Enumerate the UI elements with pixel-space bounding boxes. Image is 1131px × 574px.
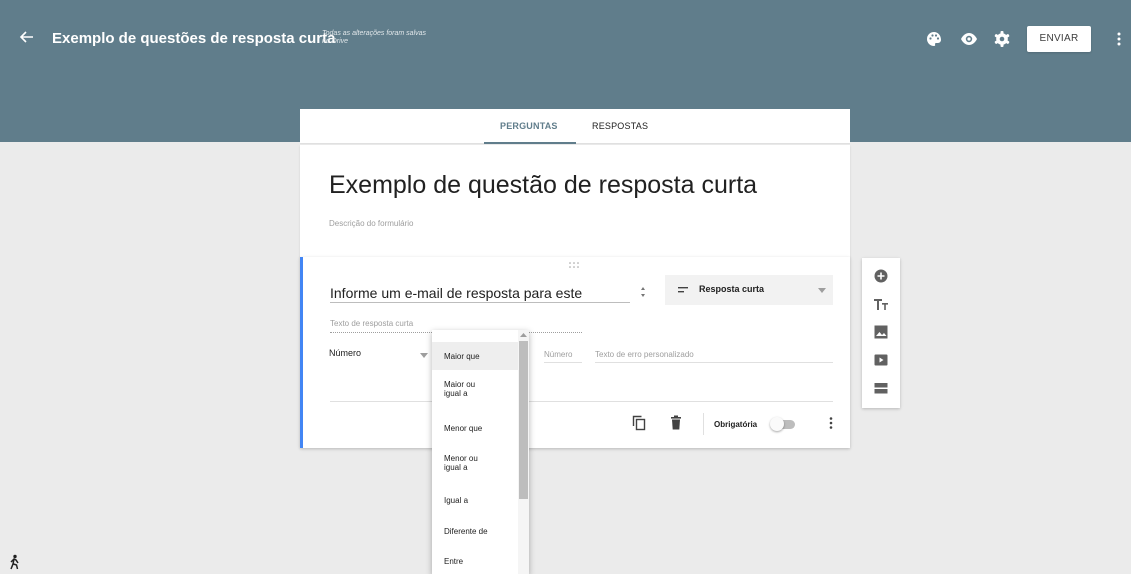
- send-button[interactable]: ENVIAR: [1027, 26, 1091, 52]
- required-label: Obrigatória: [714, 420, 758, 429]
- validation-type-label: Número: [329, 348, 362, 358]
- comparison-dropdown[interactable]: Maior que Maior ou igual a Menor que Men…: [432, 330, 529, 574]
- add-circle-icon[interactable]: [873, 268, 889, 284]
- validation-type-select[interactable]: Número: [329, 345, 429, 363]
- form-header-card: Exemplo de questão de resposta curta Des…: [300, 145, 850, 258]
- dropdown-option-igual-a[interactable]: Igual a: [432, 496, 518, 505]
- save-status: Todas as alterações foram salvas no Driv…: [322, 30, 427, 45]
- chevron-down-icon: [818, 288, 826, 293]
- scroll-up-icon[interactable]: [520, 332, 527, 337]
- form-title[interactable]: Exemplo de questão de resposta curta: [329, 171, 757, 200]
- dropdown-option-maior-ou-igual[interactable]: Maior ou igual a: [432, 380, 492, 398]
- custom-error-input[interactable]: Texto de erro personalizado: [595, 350, 833, 363]
- arrow-left-icon: [19, 31, 33, 43]
- gear-icon[interactable]: [993, 30, 1011, 48]
- short-text-icon: [678, 287, 688, 293]
- toggle-knob: [770, 417, 784, 431]
- card-divider: [330, 401, 833, 402]
- scrollbar-thumb[interactable]: [519, 341, 528, 499]
- active-card-accent: [300, 257, 303, 448]
- question-type-label: Resposta curta: [699, 284, 765, 294]
- drag-handle-icon[interactable]: [565, 261, 583, 269]
- section-icon[interactable]: [873, 380, 889, 396]
- palette-icon[interactable]: [925, 30, 943, 48]
- dropdown-option-menor-ou-igual[interactable]: Menor ou igual a: [432, 454, 492, 472]
- tab-respostas[interactable]: RESPOSTAS: [592, 121, 648, 131]
- form-container: PERGUNTAS RESPOSTAS Exemplo de questão d…: [300, 109, 850, 448]
- accessibility-person-icon[interactable]: [7, 554, 21, 570]
- tab-perguntas[interactable]: PERGUNTAS: [500, 121, 558, 131]
- more-vert-icon[interactable]: [826, 415, 836, 431]
- image-icon[interactable]: [873, 324, 889, 340]
- dropdown-option-entre[interactable]: Entre: [432, 557, 518, 566]
- question-title-input[interactable]: Informe um e-mail de resposta para este: [330, 285, 630, 303]
- video-icon[interactable]: [873, 352, 889, 368]
- trash-icon[interactable]: [669, 415, 683, 431]
- document-title[interactable]: Exemplo de questões de resposta curta: [52, 30, 335, 47]
- side-toolbar: [862, 258, 900, 408]
- eye-icon[interactable]: [960, 30, 978, 48]
- dropdown-option-diferente-de[interactable]: Diferente de: [432, 527, 518, 536]
- question-card[interactable]: Informe um e-mail de resposta para este …: [300, 257, 850, 448]
- back-button[interactable]: [16, 26, 38, 48]
- dropdown-option-menor-que[interactable]: Menor que: [432, 424, 518, 433]
- required-toggle[interactable]: [770, 417, 798, 431]
- title-stepper[interactable]: [638, 283, 648, 301]
- more-vert-icon[interactable]: [1112, 30, 1126, 48]
- footer-separator: [703, 413, 704, 435]
- dropdown-option-maior-que[interactable]: Maior que: [432, 342, 518, 370]
- number-input[interactable]: Número: [544, 350, 582, 363]
- active-tab-indicator: [484, 142, 576, 144]
- text-title-icon[interactable]: [873, 296, 889, 312]
- chevron-down-icon: [420, 353, 428, 358]
- dropdown-scrollbar[interactable]: [518, 330, 529, 574]
- form-description-field[interactable]: Descrição do formulário: [329, 219, 413, 228]
- question-type-select[interactable]: Resposta curta: [665, 275, 833, 305]
- tabs-bar: PERGUNTAS RESPOSTAS: [300, 109, 850, 144]
- duplicate-icon[interactable]: [632, 415, 646, 431]
